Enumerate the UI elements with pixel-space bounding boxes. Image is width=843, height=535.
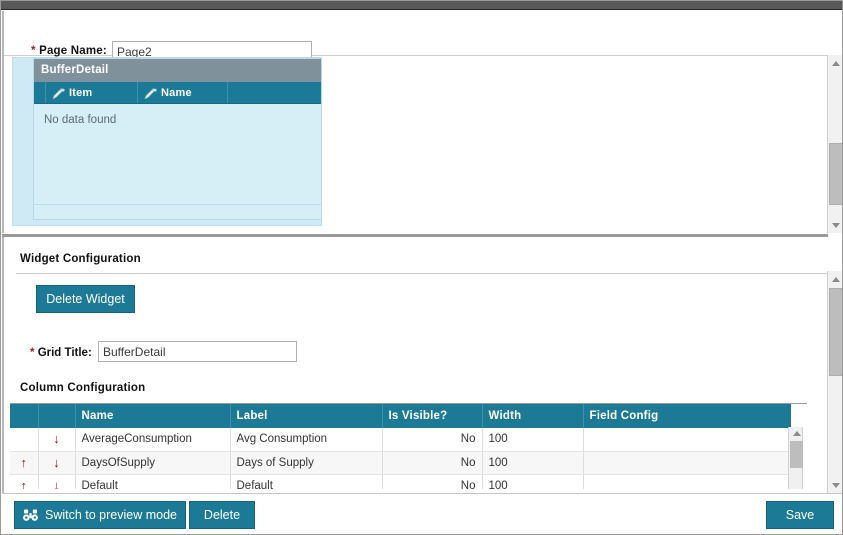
column-header-is-visible[interactable]: Is Visible? — [382, 404, 483, 428]
svg-text:*: * — [61, 88, 65, 95]
move-down-cell[interactable]: ↓ — [38, 428, 76, 452]
table-header-row: Name Label Is Visible? Width Field Confi… — [10, 404, 791, 428]
switch-to-preview-mode-button[interactable]: Switch to preview mode — [14, 501, 186, 529]
config-scrollbar[interactable] — [827, 271, 842, 493]
table-row[interactable]: ↑ ↓ Default Default No 100 — [10, 474, 792, 490]
page-name-label-text: Page Name: — [39, 45, 107, 57]
column-configuration-table: Name Label Is Visible? Width Field Confi… — [10, 404, 792, 489]
cell-label: Avg Consumption — [230, 428, 383, 452]
cell-field-config — [583, 451, 792, 475]
cell-is-visible: No — [382, 474, 483, 489]
column-header-move-up — [10, 404, 39, 428]
pencil-icon: * — [52, 87, 66, 100]
no-data-message: No data found — [44, 114, 117, 126]
design-canvas: * Page Name: BufferDetail — [2, 11, 828, 233]
required-marker: * — [31, 45, 36, 57]
arrow-up-icon[interactable]: ↑ — [21, 479, 28, 490]
widget-drop-area[interactable]: BufferDetail * Item * Name No data found — [12, 57, 322, 226]
arrow-down-icon[interactable]: ↓ — [53, 479, 60, 490]
config-scroll-up-button[interactable] — [828, 271, 842, 287]
grid-widget-body: No data found — [34, 104, 321, 204]
column-table-scrollbar[interactable] — [788, 427, 803, 489]
config-scroll-down-button[interactable] — [828, 477, 842, 493]
arrow-down-icon[interactable]: ↓ — [53, 456, 60, 469]
column-header-name[interactable]: Name — [75, 404, 231, 428]
column-configuration-table-wrap: Name Label Is Visible? Width Field Confi… — [10, 403, 807, 489]
grid-column-header-item-label: Item — [69, 86, 93, 99]
cell-name: DaysOfSupply — [75, 451, 231, 475]
cell-name: Default — [75, 474, 231, 489]
move-down-cell[interactable]: ↓ — [38, 474, 76, 490]
chevron-down-icon — [832, 222, 840, 228]
save-button[interactable]: Save — [766, 501, 834, 529]
delete-widget-button[interactable]: Delete Widget — [36, 285, 135, 313]
cell-width: 100 — [482, 474, 584, 489]
table-row[interactable]: ↓ AverageConsumption Avg Consumption No … — [10, 428, 792, 452]
grid-title-label-text: Grid Title: — [37, 347, 92, 359]
canvas-scrollbar[interactable] — [827, 55, 842, 233]
canvas-scroll-thumb[interactable] — [829, 143, 842, 205]
grid-widget-title: BufferDetail — [34, 59, 321, 82]
move-up-cell[interactable]: ↑ — [10, 474, 39, 490]
grid-header-spacer — [34, 82, 46, 103]
delete-button[interactable]: Delete — [189, 501, 255, 529]
widget-configuration-pane: Widget Configuration Delete Widget * Gri… — [2, 237, 828, 493]
column-configuration-title: Column Configuration — [20, 382, 146, 394]
cell-label: Default — [230, 474, 383, 489]
table-row[interactable]: ↑ ↓ DaysOfSupply Days of Supply No 100 — [10, 451, 792, 475]
cell-width: 100 — [482, 451, 584, 475]
chevron-down-icon — [832, 482, 840, 488]
grid-column-header-item[interactable]: * Item — [46, 82, 138, 103]
grid-widget-preview[interactable]: BufferDetail * Item * Name No data found — [33, 58, 322, 220]
move-up-cell[interactable] — [10, 428, 39, 452]
canvas-scroll-down-button[interactable] — [828, 217, 842, 233]
section-rule — [16, 273, 828, 274]
move-up-cell[interactable]: ↑ — [10, 451, 39, 475]
page-name-row: * Page Name: — [4, 21, 828, 62]
cell-field-config — [583, 428, 792, 452]
column-table-scroll-up-button[interactable] — [789, 427, 804, 440]
cell-width: 100 — [482, 428, 584, 452]
grid-column-header-name[interactable]: * Name — [138, 82, 228, 103]
cell-is-visible: No — [382, 428, 483, 452]
config-scroll-thumb[interactable] — [829, 288, 842, 376]
grid-header-filler — [228, 82, 321, 103]
switch-to-preview-mode-label: Switch to preview mode — [44, 508, 177, 522]
move-down-cell[interactable]: ↓ — [38, 451, 76, 475]
grid-column-header-name-label: Name — [161, 86, 192, 99]
window-top-bar — [1, 1, 842, 10]
grid-widget-footer — [34, 204, 321, 218]
grid-title-label: * Grid Title: — [30, 347, 92, 359]
cell-is-visible: No — [382, 451, 483, 475]
cell-label: Days of Supply — [230, 451, 383, 475]
grid-title-input[interactable] — [98, 341, 297, 362]
binoculars-icon — [23, 509, 38, 522]
widget-configuration-title: Widget Configuration — [20, 253, 141, 265]
canvas-scroll-up-button[interactable] — [828, 55, 842, 71]
grid-widget-header-row: * Item * Name — [34, 82, 321, 104]
column-header-label[interactable]: Label — [230, 404, 383, 428]
cell-name: AverageConsumption — [75, 428, 231, 452]
column-header-move-down — [38, 404, 76, 428]
arrow-up-icon[interactable]: ↑ — [21, 456, 28, 469]
arrow-down-icon[interactable]: ↓ — [53, 432, 60, 445]
chevron-up-icon — [832, 276, 840, 282]
svg-text:*: * — [153, 88, 157, 95]
required-marker: * — [30, 347, 35, 359]
action-bar: Switch to preview mode Delete Save — [2, 493, 842, 534]
column-header-field-config[interactable]: Field Config — [583, 404, 791, 428]
page-designer-window: * Page Name: BufferDetail — [0, 0, 843, 535]
chevron-up-icon — [792, 431, 801, 436]
pencil-icon: * — [144, 87, 158, 100]
chevron-up-icon — [832, 60, 840, 66]
page-name-label: * Page Name: — [31, 45, 107, 57]
column-table-scroll-thumb[interactable] — [790, 441, 803, 468]
column-header-width[interactable]: Width — [482, 404, 584, 428]
cell-field-config — [583, 474, 792, 489]
